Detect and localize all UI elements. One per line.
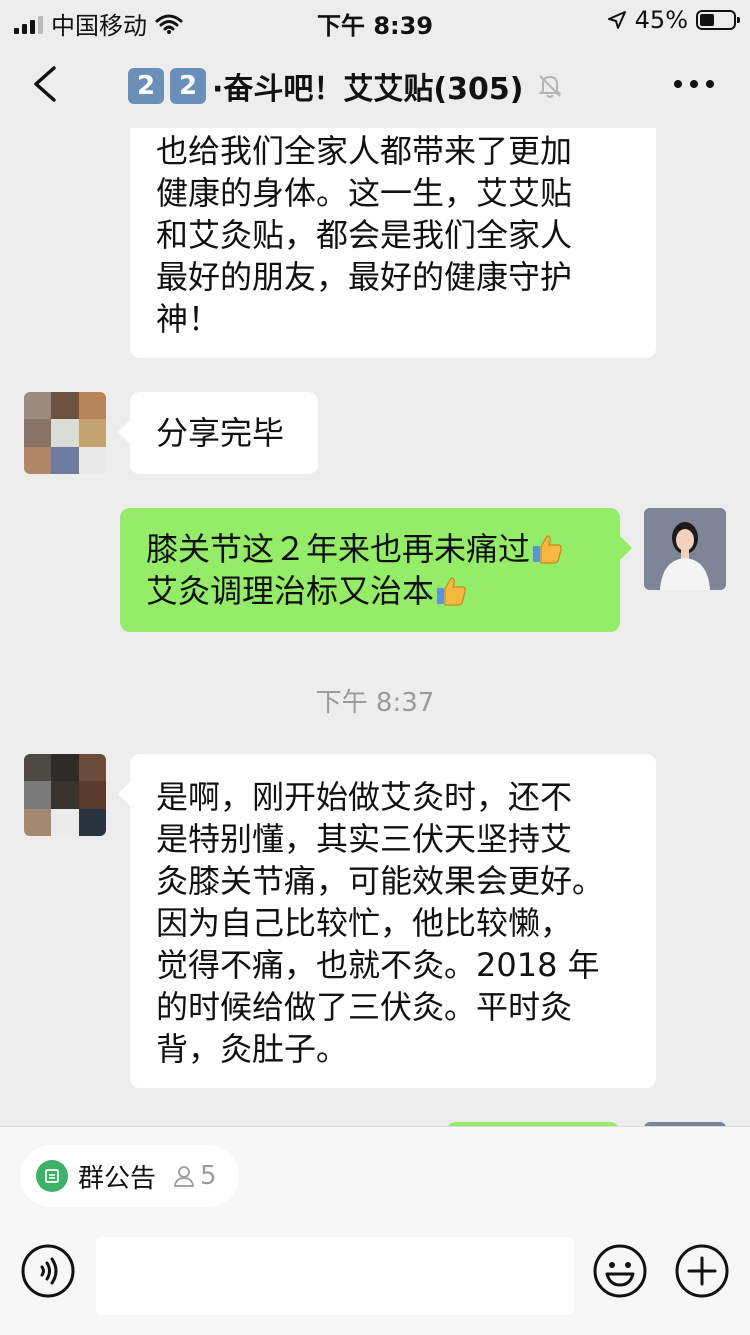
message-line: 是特别懂，其实三伏天坚持艾 xyxy=(156,820,573,858)
sender-avatar[interactable] xyxy=(24,392,106,474)
location-arrow-icon xyxy=(607,11,626,29)
bottom-panel: 群公告 5 xyxy=(0,1126,750,1335)
back-chevron-icon[interactable] xyxy=(26,62,66,106)
message-line: 因为自己比较忙，他比较懒， xyxy=(156,904,573,942)
more-options-button[interactable] xyxy=(674,80,714,88)
thumbs-up-emoji-icon xyxy=(533,535,562,564)
group-name: ·奋斗吧！艾艾贴(305) xyxy=(212,72,524,107)
battery-percent: 45% xyxy=(634,6,688,34)
person-icon xyxy=(173,1166,195,1187)
notice-icon xyxy=(36,1160,68,1192)
message-line: 觉得不痛，也就不灸。2018 年 xyxy=(156,946,600,984)
message-bubble[interactable]: 是啊，刚开始做艾灸时，还不 是特别懂，其实三伏天坚持艾 灸膝关节痛，可能效果会更… xyxy=(118,754,656,1088)
thumbs-up-emoji-icon xyxy=(437,577,466,606)
message-text: 分享完毕 xyxy=(156,414,285,452)
battery-icon xyxy=(696,10,740,30)
chat-header: 2 2 ·奋斗吧！艾艾贴(305) xyxy=(0,40,750,128)
my-avatar[interactable] xyxy=(644,508,726,590)
message-line: 背，灸肚子。 xyxy=(156,1030,349,1068)
message-line: 健康的身体。这一生，艾艾贴 xyxy=(156,174,573,212)
title-number-badge: 2 xyxy=(170,68,206,104)
message-line: 也给我们全家人都带来了更加 xyxy=(156,132,573,170)
mute-bell-icon xyxy=(539,75,562,98)
chat-title[interactable]: 2 2 ·奋斗吧！艾艾贴(305) xyxy=(128,64,565,108)
message-bubble[interactable]: 分享完毕 xyxy=(118,392,318,474)
group-notice-chip[interactable]: 群公告 5 xyxy=(20,1145,239,1207)
plus-more-icon[interactable] xyxy=(674,1243,730,1299)
message-line: 是啊，刚开始做艾灸时，还不 xyxy=(156,778,573,816)
emoji-icon[interactable] xyxy=(592,1243,648,1299)
message-input[interactable] xyxy=(96,1237,574,1315)
message-bubble[interactable]: 也给我们全家人都带来了更加 健康的身体。这一生，艾艾贴 和艾灸贴，都会是我们全家… xyxy=(130,110,656,358)
group-notice-label: 群公告 xyxy=(78,1163,157,1194)
title-number-badge: 2 xyxy=(128,68,164,104)
message-line: 灸膝关节痛，可能效果会更好。 xyxy=(156,862,605,900)
sender-avatar[interactable] xyxy=(24,754,106,836)
message-line: 神！ xyxy=(156,300,221,338)
status-bar: 中国移动 下午 8:39 45% xyxy=(0,0,750,40)
portrait-image xyxy=(644,508,726,590)
message-line: 最好的朋友，最好的健康守护 xyxy=(156,258,573,296)
voice-input-icon[interactable] xyxy=(20,1243,76,1299)
my-message-bubble[interactable]: 膝关节这２年来也再未痛过 艾灸调理治标又治本 xyxy=(120,508,632,632)
message-line: 的时候给做了三伏灸。平时灸 xyxy=(156,988,573,1026)
timestamp: 下午 8:37 xyxy=(315,688,435,718)
message-line: 膝关节这２年来也再未痛过 xyxy=(146,528,594,570)
message-line: 和艾灸贴，都会是我们全家人 xyxy=(156,216,573,254)
notice-read-count: 5 xyxy=(172,1161,217,1191)
message-line: 艾灸调理治标又治本 xyxy=(146,570,594,612)
input-bar xyxy=(0,1223,750,1335)
